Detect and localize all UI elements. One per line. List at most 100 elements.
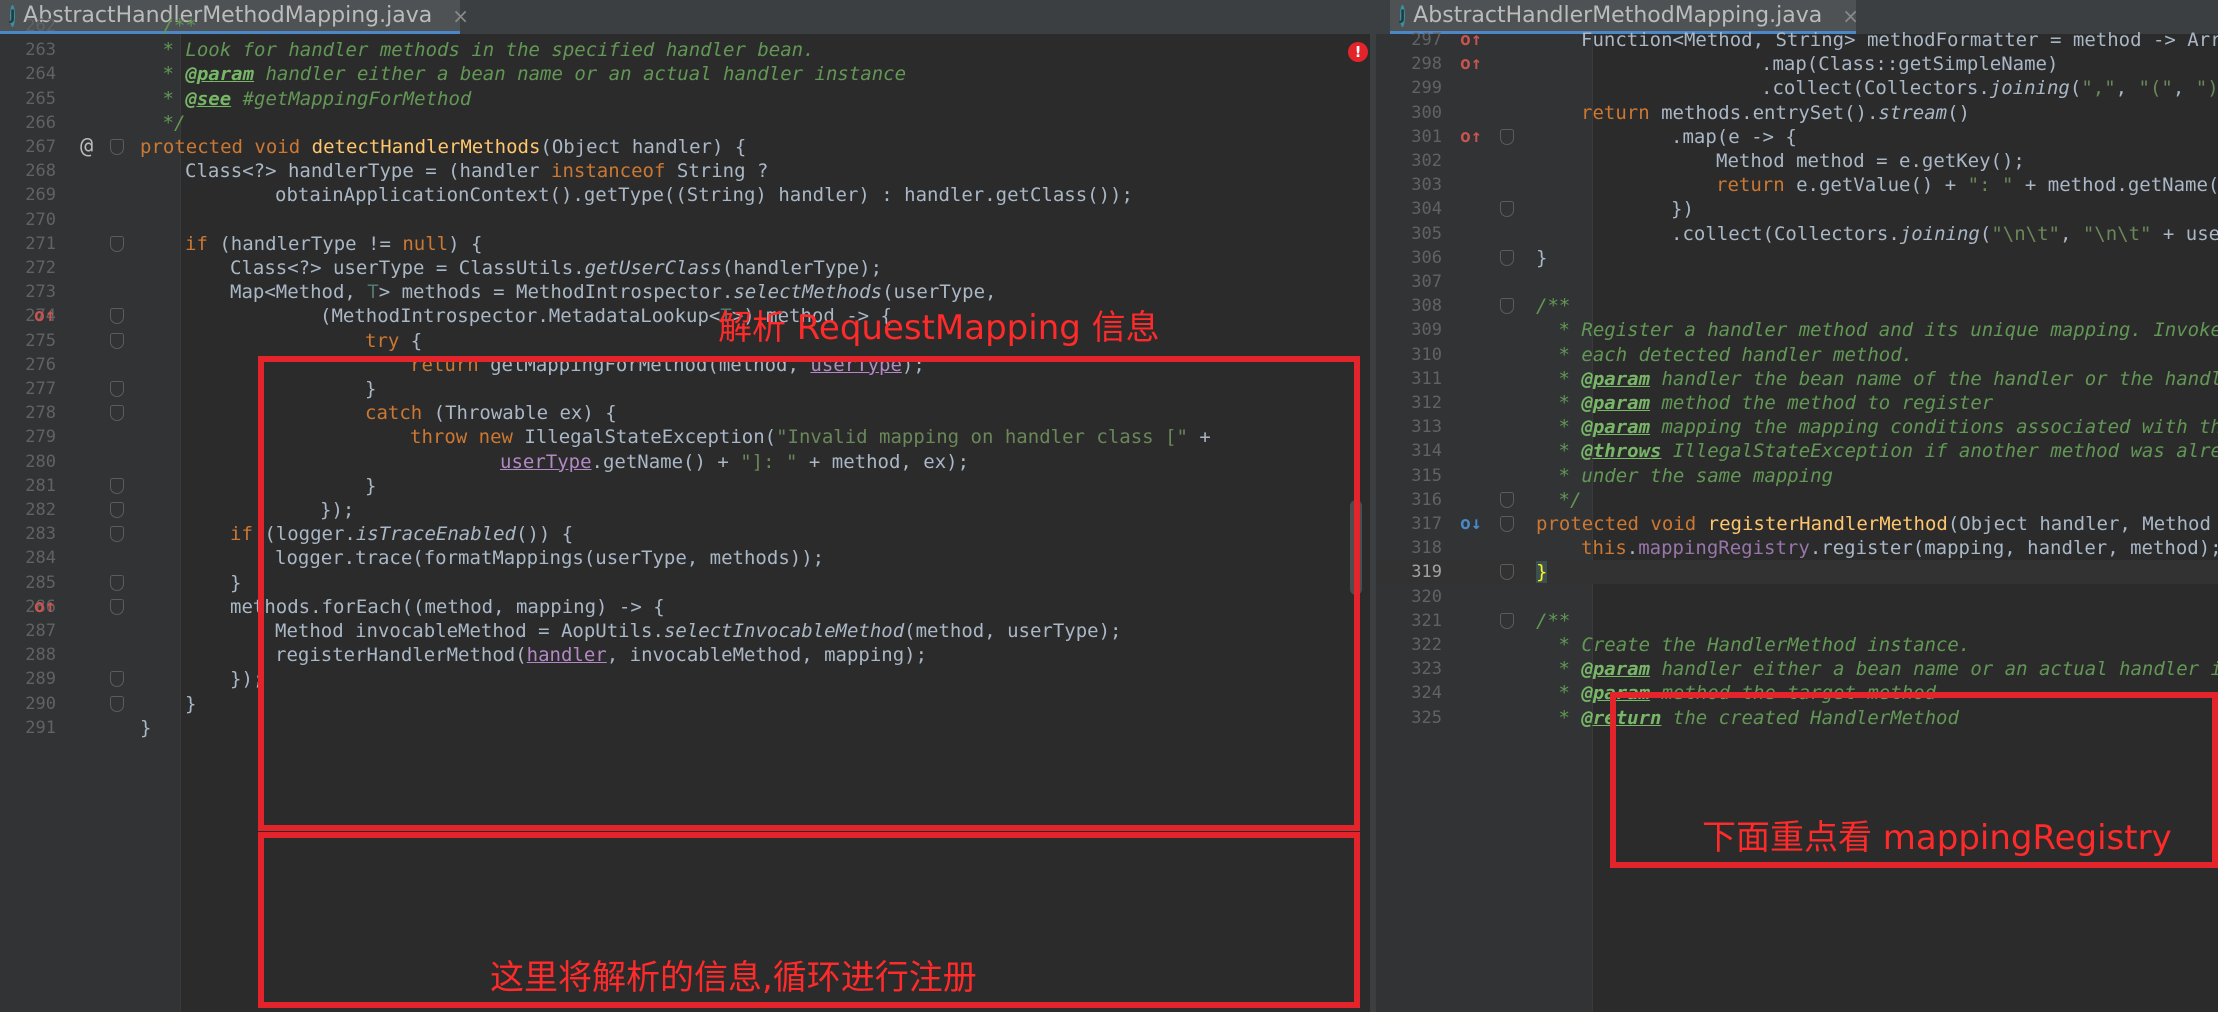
- fold-toggle-icon[interactable]: [110, 405, 124, 422]
- code-line[interactable]: 268 Class<?> handlerType = (handler insta…: [0, 159, 1370, 183]
- implementation-marker-icon[interactable]: o↑: [34, 595, 56, 619]
- code-line[interactable]: 303 return e.getValue() + ": " + method.g…: [1376, 173, 2218, 197]
- code-text: try {: [365, 329, 423, 352]
- fold-toggle-icon[interactable]: [110, 598, 124, 615]
- code-line[interactable]: 314 * @throws IllegalStateException if an…: [1376, 439, 2218, 463]
- code-text: .collect(Collectors.joining(",", "(", ")…: [1761, 77, 2218, 100]
- code-text: */: [1558, 488, 1582, 511]
- implementation-marker-icon[interactable]: o↑: [1460, 125, 1482, 149]
- fold-toggle-icon[interactable]: [110, 526, 124, 543]
- code-line[interactable]: 300 return methods.entrySet().stream(): [1376, 101, 2218, 125]
- fold-toggle-icon[interactable]: [110, 502, 124, 518]
- line-number: 287: [25, 621, 56, 641]
- line-number: 305: [1411, 223, 1442, 244]
- implementation-marker-icon[interactable]: o↑: [34, 304, 56, 328]
- code-text: /**: [1536, 295, 1571, 318]
- code-line[interactable]: 308 /**: [1376, 294, 2218, 318]
- fold-toggle-icon[interactable]: [1500, 201, 1514, 218]
- code-text: }: [230, 571, 242, 594]
- fold-toggle-icon[interactable]: [110, 695, 124, 712]
- line-number: 310: [1411, 344, 1442, 365]
- code-line[interactable]: 306}: [1376, 246, 2218, 270]
- code-text: .map(e -> {: [1671, 125, 1797, 148]
- fold-toggle-icon[interactable]: [1500, 128, 1514, 145]
- line-number: 290: [25, 693, 56, 714]
- fold-toggle-icon[interactable]: [1500, 249, 1514, 266]
- code-line[interactable]: 307: [1376, 270, 2218, 294]
- code-line[interactable]: 317 o↓ protected void registerHandlerMetho…: [1376, 512, 2218, 536]
- code-line[interactable]: 299 .collect(Collectors.joining(",", "(",…: [1376, 76, 2218, 100]
- line-number: 318: [1411, 538, 1442, 559]
- code-line[interactable]: 312 * @param method the method to registe…: [1376, 391, 2218, 415]
- fold-toggle-icon[interactable]: [110, 139, 124, 155]
- code-line[interactable]: 323 * @param handler either a bean name o…: [1376, 657, 2218, 681]
- code-line[interactable]: 302 Method method = e.getKey();: [1376, 149, 2218, 173]
- implementation-marker-icon[interactable]: o↑: [1460, 28, 1482, 52]
- code-line[interactable]: 322 * Create the HandlerMethod instance.: [1376, 633, 2218, 657]
- line-number: 301: [1411, 126, 1442, 147]
- code-text: }: [1536, 561, 1548, 584]
- code-line[interactable]: 315 * under the same mapping: [1376, 464, 2218, 488]
- code-line[interactable]: 305 .collect(Collectors.joining("\n\t", "…: [1376, 222, 2218, 246]
- code-line[interactable]: 297 o↑ Function<Method, String> methodForm…: [1376, 28, 2218, 52]
- fold-toggle-icon[interactable]: [1500, 298, 1514, 315]
- code-text: */: [162, 111, 186, 134]
- line-number: 303: [1411, 175, 1442, 196]
- code-text: .map(Class::getSimpleName): [1761, 53, 2059, 76]
- code-text: }: [185, 692, 197, 715]
- fold-toggle-icon[interactable]: [110, 332, 124, 349]
- code-line[interactable]: 275 try {: [0, 329, 1370, 353]
- code-line[interactable]: 266 */: [0, 111, 1370, 135]
- fold-toggle-icon[interactable]: [1500, 564, 1514, 581]
- fold-toggle-icon[interactable]: [1500, 612, 1514, 629]
- fold-toggle-icon[interactable]: [110, 235, 124, 252]
- code-text: * @param handler either a bean name or a…: [1558, 658, 2218, 681]
- implementation-marker-icon[interactable]: o↓: [1460, 512, 1482, 536]
- code-line[interactable]: 274 o↑ (MethodIntrospector.MetadataLookup<…: [0, 304, 1370, 328]
- code-text: }: [1536, 246, 1548, 269]
- line-number: 314: [1411, 441, 1442, 462]
- code-line[interactable]: 319}: [1376, 560, 2218, 585]
- fold-toggle-icon[interactable]: [1500, 491, 1514, 508]
- code-line[interactable]: 273 Map<Method, T> methods = MethodIntros…: [0, 280, 1370, 304]
- close-icon[interactable]: ×: [1842, 4, 1859, 28]
- line-number: 262: [25, 16, 56, 36]
- code-line[interactable]: 304}): [1376, 197, 2218, 221]
- code-line[interactable]: 301 o↑ .map(e -> {: [1376, 125, 2218, 149]
- line-number: 267: [25, 137, 56, 157]
- fold-toggle-icon[interactable]: [110, 381, 124, 397]
- fold-toggle-icon[interactable]: [1500, 516, 1514, 532]
- code-text: /**: [1536, 609, 1571, 632]
- fold-toggle-icon[interactable]: [110, 671, 124, 688]
- code-line[interactable]: 313 * @param mapping the mapping conditio…: [1376, 415, 2218, 439]
- code-line[interactable]: 321 /**: [1376, 609, 2218, 633]
- code-line[interactable]: 262 /**: [0, 14, 1370, 38]
- override-marker-icon[interactable]: @: [80, 135, 93, 159]
- code-line[interactable]: 271 if (handlerType != null) {: [0, 232, 1370, 256]
- line-number: 276: [25, 354, 56, 375]
- code-line[interactable]: 269 obtainApplicationContext().getType((S…: [0, 183, 1370, 207]
- code-line[interactable]: 320: [1376, 585, 2218, 609]
- code-line[interactable]: 263 * Look for handler methods in the spe…: [0, 38, 1370, 62]
- line-number: 322: [1411, 635, 1442, 655]
- code-line[interactable]: 270: [0, 208, 1370, 232]
- line-number: 264: [25, 64, 56, 85]
- code-line[interactable]: 265 * @see #getMappingForMethod: [0, 87, 1370, 111]
- code-line[interactable]: 310 * each detected handler method.: [1376, 343, 2218, 367]
- code-line[interactable]: 309 * Register a handler method and its u…: [1376, 318, 2218, 342]
- line-number: 275: [25, 330, 56, 351]
- fold-toggle-icon[interactable]: [110, 574, 124, 591]
- line-number: 324: [1411, 683, 1442, 704]
- code-line[interactable]: 318 this.mappingRegistry.register(mapping…: [1376, 536, 2218, 560]
- fold-toggle-icon[interactable]: [110, 477, 124, 494]
- code-line[interactable]: 264 * @param handler either a bean name o…: [0, 62, 1370, 86]
- code-line[interactable]: 272 Class<?> userType = ClassUtils.getUse…: [0, 256, 1370, 280]
- code-line[interactable]: 311 * @param handler the bean name of the…: [1376, 367, 2218, 391]
- implementation-marker-icon[interactable]: o↑: [1460, 52, 1482, 76]
- code-line[interactable]: 316 */: [1376, 488, 2218, 512]
- code-line[interactable]: 298 o↑ .map(Class::getSimpleName): [1376, 52, 2218, 76]
- right-editor-pane: J AbstractHandlerMethodMapping.java × 29…: [1376, 0, 2218, 1012]
- fold-toggle-icon[interactable]: [110, 308, 124, 325]
- line-number: 323: [1411, 659, 1442, 680]
- code-line[interactable]: 267 @ protected void detectHandlerMethods(…: [0, 135, 1370, 159]
